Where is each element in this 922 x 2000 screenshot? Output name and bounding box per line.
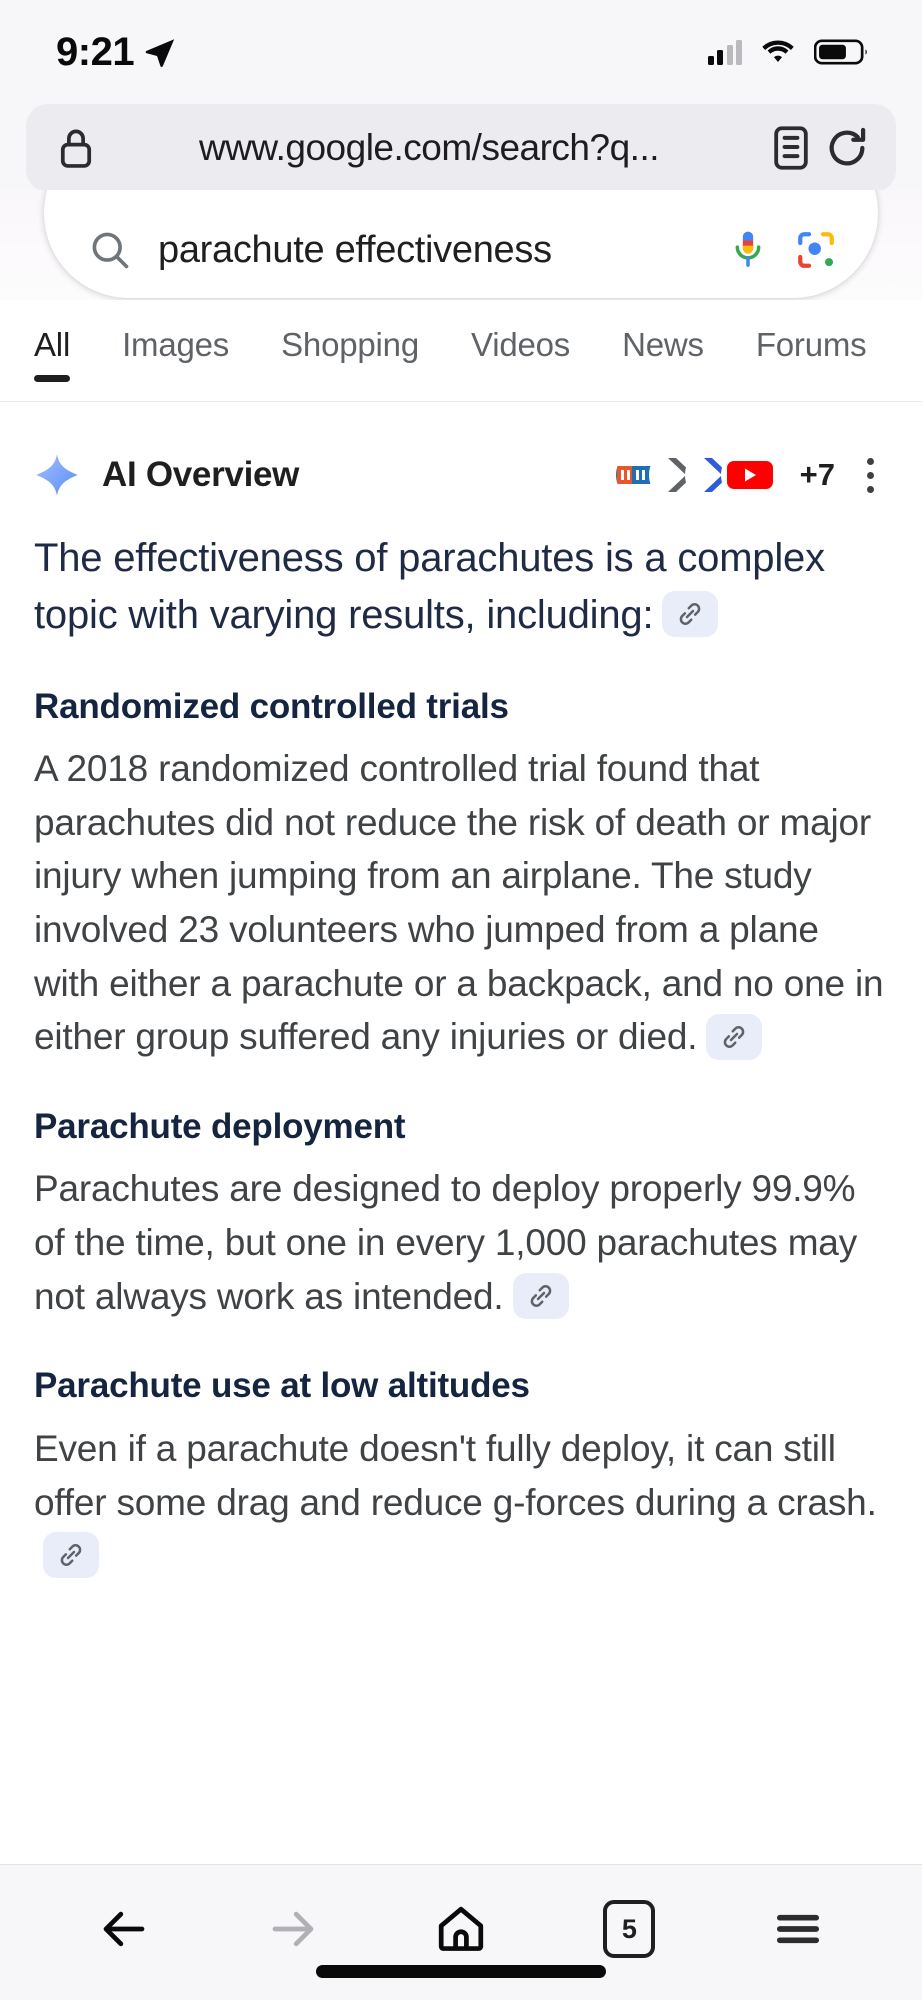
three-dot-menu-icon[interactable] — [853, 448, 888, 503]
status-clock: 9:21 — [56, 30, 177, 75]
source-favicons[interactable] — [615, 449, 776, 501]
google-search-header: parachute effectiveness — [0, 190, 922, 300]
tab-images[interactable]: Images — [122, 326, 229, 380]
google-lens-icon[interactable] — [794, 228, 838, 272]
url-bar[interactable]: www.google.com/search?q... — [26, 104, 896, 192]
url-text: www.google.com/search?q... — [198, 127, 660, 168]
status-bar: 9:21 — [0, 0, 922, 104]
ai-overview-title: AI Overview — [102, 455, 300, 494]
home-button[interactable] — [418, 1893, 504, 1965]
reader-view-icon[interactable] — [772, 125, 810, 171]
section-heading: Parachute deployment — [34, 1106, 406, 1146]
section-heading: Randomized controlled trials — [34, 686, 509, 726]
home-icon — [438, 1906, 484, 1951]
google-microphone-icon[interactable] — [728, 228, 768, 272]
home-indicator — [316, 1965, 606, 1978]
link-citation-icon[interactable] — [43, 1532, 99, 1579]
ai-overview-header: AI Overview +7 — [34, 442, 888, 508]
battery-icon — [814, 39, 867, 65]
wifi-icon — [762, 40, 794, 62]
ai-overview-sources[interactable]: +7 — [615, 448, 888, 503]
ai-overview-card: AI Overview +7 The effectiveness of para… — [0, 402, 922, 1583]
ai-overview-lead: The effectiveness of parachutes is a com… — [34, 530, 888, 644]
favicon-youtube[interactable] — [723, 449, 776, 501]
tab-news[interactable]: News — [622, 326, 704, 380]
section-body-text: Even if a parachute doesn't fully deploy… — [34, 1427, 877, 1523]
section-body: A 2018 randomized controlled trial found… — [34, 742, 888, 1064]
back-button[interactable] — [81, 1893, 167, 1965]
ai-overview-section: Randomized controlled trials A 2018 rand… — [34, 684, 888, 1064]
tab-forums[interactable]: Forums — [756, 326, 867, 380]
menu-button[interactable] — [755, 1893, 841, 1965]
tab-videos[interactable]: Videos — [471, 326, 570, 380]
section-body: Parachutes are designed to deploy proper… — [34, 1162, 888, 1323]
link-citation-icon[interactable] — [662, 591, 719, 638]
link-citation-icon[interactable] — [706, 1013, 763, 1060]
sources-more-count[interactable]: +7 — [800, 457, 835, 493]
back-arrow-icon — [103, 1911, 145, 1947]
tab-count: 5 — [603, 1900, 656, 1958]
forward-button[interactable] — [250, 1893, 336, 1965]
browser-toolbar: 5 — [0, 1864, 922, 2000]
web-page-viewport: parachute effectiveness All Images Shopp… — [0, 190, 922, 1864]
link-citation-icon[interactable] — [512, 1272, 569, 1319]
clock-time: 9:21 — [56, 29, 135, 74]
search-icon — [92, 232, 129, 269]
reload-icon[interactable] — [824, 125, 870, 171]
google-search-box[interactable]: parachute effectiveness — [44, 190, 878, 298]
google-result-tabs: All Images Shopping Videos News Forums — [0, 300, 922, 402]
section-body: Even if a parachute doesn't fully deploy… — [34, 1422, 888, 1583]
tab-switcher-button[interactable]: 5 — [586, 1893, 672, 1965]
section-body-text: A 2018 randomized controlled trial found… — [34, 748, 884, 1058]
search-query-text: parachute effectiveness — [158, 229, 552, 271]
ai-overview-section: Parachute deployment Parachutes are desi… — [34, 1104, 888, 1323]
section-body-text: Parachutes are designed to deploy proper… — [34, 1168, 857, 1317]
tab-all[interactable]: All — [34, 326, 70, 382]
location-arrow-icon — [145, 39, 175, 68]
ai-overview-section: Parachute use at low altitudes Even if a… — [34, 1363, 888, 1582]
lock-icon — [60, 129, 92, 168]
content-fade — [0, 1804, 922, 1864]
hamburger-menu-icon — [776, 1914, 819, 1944]
cellular-signal-icon — [707, 39, 742, 65]
forward-arrow-icon — [272, 1911, 313, 1947]
status-indicators — [707, 38, 871, 66]
ai-sparkle-icon — [36, 454, 78, 496]
tab-shopping[interactable]: Shopping — [281, 326, 419, 380]
section-heading: Parachute use at low altitudes — [34, 1366, 530, 1406]
